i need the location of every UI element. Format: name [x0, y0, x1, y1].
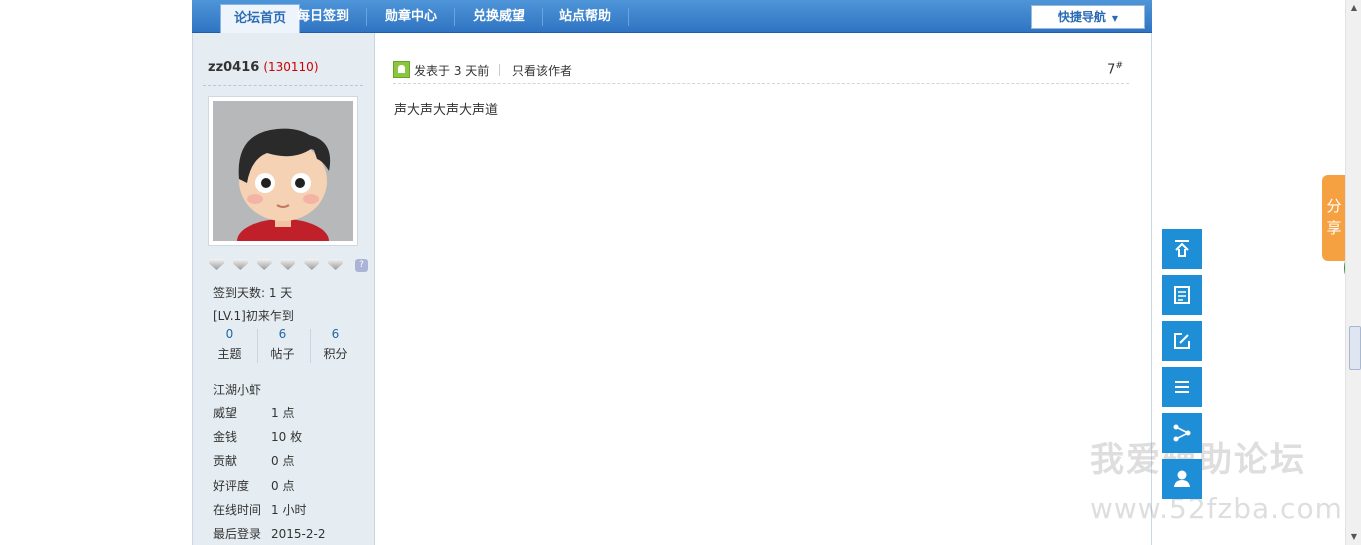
info-row-money: 金钱 10 枚 [213, 428, 302, 445]
menu-button[interactable] [1162, 367, 1202, 407]
cartoon-avatar-illustration [213, 101, 353, 241]
nav-item-daily-checkin[interactable]: 每日签到 [284, 0, 362, 33]
stat-threads-label: 主题 [217, 347, 242, 361]
share-side-tab[interactable]: 分 享 [1322, 175, 1346, 261]
share-tab-label-2: 享 [1326, 219, 1342, 237]
info-key: 威望 [213, 406, 238, 420]
stat-threads-value[interactable]: 0 [203, 327, 256, 341]
menu-icon [1175, 381, 1189, 393]
share-icon [1173, 424, 1191, 442]
diamond-icon [256, 259, 272, 270]
reply-button[interactable] [1162, 321, 1202, 361]
stat-points-label: 积分 [323, 347, 348, 361]
post-content: 声大声大声大声道 [394, 103, 499, 118]
post-list-button[interactable] [1162, 275, 1202, 315]
edit-icon [1174, 333, 1190, 349]
floor-hash: # [1115, 61, 1123, 71]
checkin-days: 签到天数: 1 天 [213, 286, 293, 300]
nav-divider [542, 8, 543, 26]
author-profile-panel: zz0416 (130110) ? 签到天数: 1 天 [LV.1]初来乍到 0… [193, 33, 375, 545]
back-to-top-button[interactable] [1162, 229, 1202, 269]
stat-points[interactable]: 6 积分 [309, 327, 362, 362]
nav-item-medal-center[interactable]: 勋章中心 [372, 0, 450, 33]
user-icon [1174, 470, 1190, 487]
author-uid: (130110) [263, 60, 319, 74]
info-key: 好评度 [213, 479, 250, 493]
post-frame: zz0416 (130110) ? 签到天数: 1 天 [LV.1]初来乍到 0… [192, 33, 1152, 545]
diamond-icon [304, 259, 320, 270]
diamond-icon [280, 259, 296, 270]
info-row-prestige: 威望 1 点 [213, 404, 294, 421]
divider [203, 85, 363, 86]
medal-row: ? [209, 259, 368, 273]
stat-posts-label: 帖子 [270, 347, 295, 361]
avatar[interactable] [208, 96, 358, 246]
author-username[interactable]: zz0416 [208, 60, 259, 75]
post-header: 发表于 3 天前 只看该作者 7# [393, 61, 1129, 84]
user-level[interactable]: [LV.1]初来乍到 [213, 307, 294, 324]
info-value: 1 小时 [271, 503, 307, 517]
user-group[interactable]: 江湖小虾 [213, 381, 261, 398]
nav-item-site-help[interactable]: 站点帮助 [546, 0, 624, 33]
diamond-icon [209, 259, 224, 270]
quick-nav-button[interactable]: 快捷导航 ▼ [1031, 5, 1145, 29]
share-button[interactable] [1162, 413, 1202, 453]
stat-points-value[interactable]: 6 [309, 327, 362, 341]
info-value: 0 点 [271, 479, 295, 493]
help-icon[interactable]: ? [354, 259, 368, 272]
only-author-link[interactable]: 只看该作者 [512, 62, 572, 79]
chevron-down-icon: ▼ [1111, 14, 1119, 23]
floor-number[interactable]: 7# [1107, 61, 1123, 77]
vertical-scrollbar[interactable]: ▲ ▼ [1345, 0, 1361, 545]
avatar-image [213, 101, 353, 241]
nav-divider [454, 8, 455, 26]
divider [499, 64, 500, 76]
user-stats: 0 主题 6 帖子 6 积分 [203, 327, 363, 367]
scrollbar-thumb[interactable] [1349, 326, 1361, 370]
share-tab-label-1: 分 [1326, 197, 1342, 215]
stat-threads[interactable]: 0 主题 [203, 327, 256, 362]
info-value: 1 点 [271, 406, 295, 420]
info-value: 0 点 [271, 454, 295, 468]
user-center-button[interactable] [1162, 459, 1202, 499]
diamond-icon [232, 259, 248, 270]
info-row-online-time: 在线时间 1 小时 [213, 501, 306, 518]
info-key: 最后登录 [213, 527, 262, 541]
diamond-icon [328, 259, 344, 270]
nav-divider [628, 8, 629, 26]
info-row-rating: 好评度 0 点 [213, 477, 294, 494]
nav-divider [366, 8, 367, 26]
scroll-down-icon[interactable]: ▼ [1348, 531, 1360, 543]
info-key: 在线时间 [213, 503, 262, 517]
post-time: 发表于 3 天前 [414, 64, 490, 78]
stat-posts-value[interactable]: 6 [256, 327, 309, 341]
info-key: 贡献 [213, 454, 238, 468]
quick-nav-label: 快捷导航 [1057, 10, 1106, 24]
scroll-up-icon[interactable]: ▲ [1348, 2, 1360, 14]
back-to-top-icon [1175, 240, 1189, 257]
author-name[interactable]: zz0416 (130110) [208, 60, 319, 75]
online-status-icon [393, 61, 410, 78]
nav-item-exchange-prestige[interactable]: 兑换威望 [460, 0, 538, 33]
info-value: 2015-2-2 [271, 527, 326, 541]
info-row-last-login: 最后登录 2015-2-2 [213, 525, 325, 542]
watermark-url: www.52fzba.com [1090, 492, 1343, 525]
info-value: 10 枚 [271, 430, 303, 444]
info-key: 金钱 [213, 430, 238, 444]
stat-posts[interactable]: 6 帖子 [256, 327, 309, 362]
top-nav-bar: 论坛首页 每日签到 勋章中心 兑换威望 站点帮助 快捷导航 ▼ [192, 0, 1152, 34]
info-row-contribution: 贡献 0 点 [213, 452, 294, 469]
post-list-icon [1174, 286, 1190, 304]
